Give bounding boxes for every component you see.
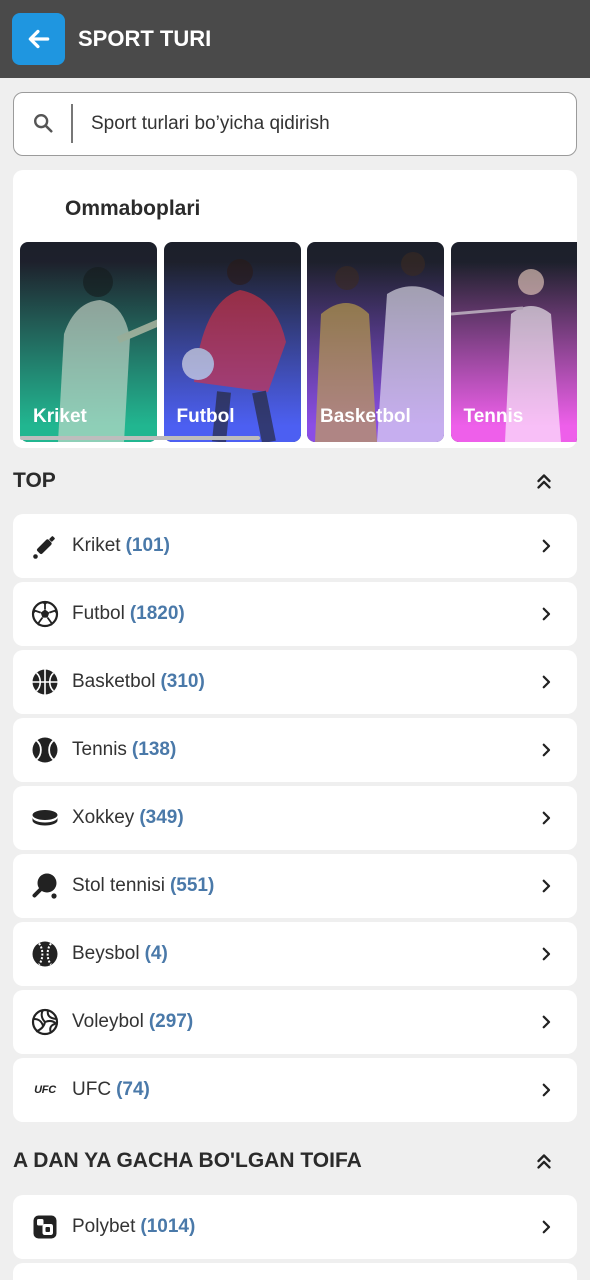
app-header: SPORT TURI — [0, 0, 590, 78]
item-label: Tennis (138) — [72, 718, 176, 782]
popular-carousel[interactable]: Kriket Futbol Basketbol Tennis — [20, 242, 577, 442]
item-label: Kriket (101) — [72, 514, 170, 578]
list-item[interactable] — [13, 1263, 577, 1280]
list-item-ufc[interactable]: UFC UFC (74) — [13, 1058, 577, 1122]
ufc-logo-icon: UFC — [31, 1076, 59, 1104]
chevron-right-icon — [542, 1083, 551, 1097]
chevron-right-icon — [542, 675, 551, 689]
section-header-a-z: A DAN YA GACHA BO'LGAN TOIFA — [13, 1146, 577, 1176]
popular-tile-basketbol[interactable]: Basketbol — [307, 242, 444, 442]
event-count: (1820) — [129, 603, 185, 624]
sport-name: Futbol — [72, 603, 125, 624]
tile-label: Kriket — [33, 406, 87, 427]
sport-name: Beysbol — [72, 943, 140, 964]
ufc-logo-text: UFC — [34, 1084, 56, 1096]
chevron-right-icon — [542, 1015, 551, 1029]
cricket-icon — [31, 532, 59, 560]
baseball-icon — [31, 940, 59, 968]
list-item-beysbol[interactable]: Beysbol (4) — [13, 922, 577, 986]
item-label: UFC (74) — [72, 1058, 150, 1122]
table-tennis-icon — [31, 872, 59, 900]
double-chevron-up-icon[interactable] — [533, 1150, 555, 1172]
page-title: SPORT TURI — [78, 26, 212, 51]
item-label: Xokkey (349) — [72, 786, 184, 850]
chevron-right-icon — [542, 879, 551, 893]
tile-label: Futbol — [176, 406, 235, 427]
volleyball-icon — [31, 1008, 59, 1036]
popular-tile-tennis[interactable]: Tennis — [450, 242, 577, 442]
event-count: (74) — [116, 1079, 150, 1100]
arrow-left-icon — [28, 29, 49, 49]
back-button[interactable] — [12, 13, 65, 65]
sport-name: Basketbol — [72, 671, 156, 692]
item-label: Futbol (1820) — [72, 582, 185, 646]
chevron-right-icon — [542, 539, 551, 553]
event-count: (101) — [125, 535, 170, 556]
carousel-scrollbar[interactable] — [20, 436, 260, 440]
list-item-voleybol[interactable]: Voleybol (297) — [13, 990, 577, 1054]
event-count: (1014) — [140, 1216, 196, 1237]
search-divider — [71, 104, 73, 143]
section-title: TOP — [13, 469, 56, 492]
sport-name: Stol tennisi — [72, 875, 165, 896]
section-title: A DAN YA GACHA BO'LGAN TOIFA — [13, 1149, 362, 1172]
tile-label: Tennis — [463, 406, 524, 427]
chevron-right-icon — [542, 811, 551, 825]
item-label: Beysbol (4) — [72, 922, 168, 986]
chevron-right-icon — [542, 1220, 551, 1234]
list-item-stol-tennisi[interactable]: Stol tennisi (551) — [13, 854, 577, 918]
chevron-right-icon — [542, 743, 551, 757]
list-item-polybet[interactable]: Polybet (1014) — [13, 1195, 577, 1259]
item-label: Polybet (1014) — [72, 1195, 195, 1259]
sport-name: Xokkey — [72, 807, 135, 828]
tennis-ball-icon — [31, 736, 59, 764]
section-header-top: TOP — [13, 466, 577, 496]
item-label: Basketbol (310) — [72, 650, 205, 714]
event-count: (310) — [160, 671, 205, 692]
search-box[interactable] — [13, 92, 577, 156]
sport-name: Tennis — [72, 739, 127, 760]
event-count: (349) — [139, 807, 184, 828]
event-count: (4) — [144, 943, 168, 964]
item-label: Stol tennisi (551) — [72, 854, 214, 918]
popular-tile-futbol[interactable]: Futbol — [163, 242, 301, 442]
search-input[interactable] — [91, 93, 561, 154]
list-item-futbol[interactable]: Futbol (1820) — [13, 582, 577, 646]
list-item-xokkey[interactable]: Xokkey (349) — [13, 786, 577, 850]
event-count: (297) — [148, 1011, 194, 1032]
event-count: (551) — [169, 875, 215, 896]
sport-name: Polybet — [72, 1216, 136, 1237]
list-item-kriket[interactable]: Kriket (101) — [13, 514, 577, 578]
sport-name: UFC — [72, 1079, 112, 1100]
tile-label: Basketbol — [320, 406, 411, 427]
item-label: Voleybol (297) — [72, 990, 193, 1054]
list-item-basketbol[interactable]: Basketbol (310) — [13, 650, 577, 714]
double-chevron-up-icon[interactable] — [533, 470, 555, 492]
sport-name: Kriket — [72, 535, 121, 556]
hockey-puck-icon — [31, 804, 59, 832]
search-icon — [34, 114, 53, 133]
a-z-sports-list: Polybet (1014) — [13, 1195, 577, 1280]
soccer-ball-icon — [31, 600, 59, 628]
chevron-right-icon — [542, 947, 551, 961]
top-sports-list: Kriket (101) Futbol (1820) Basketbol (310) … — [13, 514, 577, 1122]
sport-name: Voleybol — [72, 1011, 144, 1032]
event-count: (138) — [131, 739, 177, 760]
popular-tile-kriket[interactable]: Kriket — [20, 242, 157, 442]
popular-title: Ommaboplari — [65, 197, 201, 220]
list-item-tennis[interactable]: Tennis (138) — [13, 718, 577, 782]
polybet-icon — [31, 1213, 59, 1241]
basketball-icon — [31, 668, 59, 696]
popular-section: Ommaboplari Kriket Futbol Basketbol Tenn… — [13, 170, 577, 448]
chevron-right-icon — [542, 607, 551, 621]
